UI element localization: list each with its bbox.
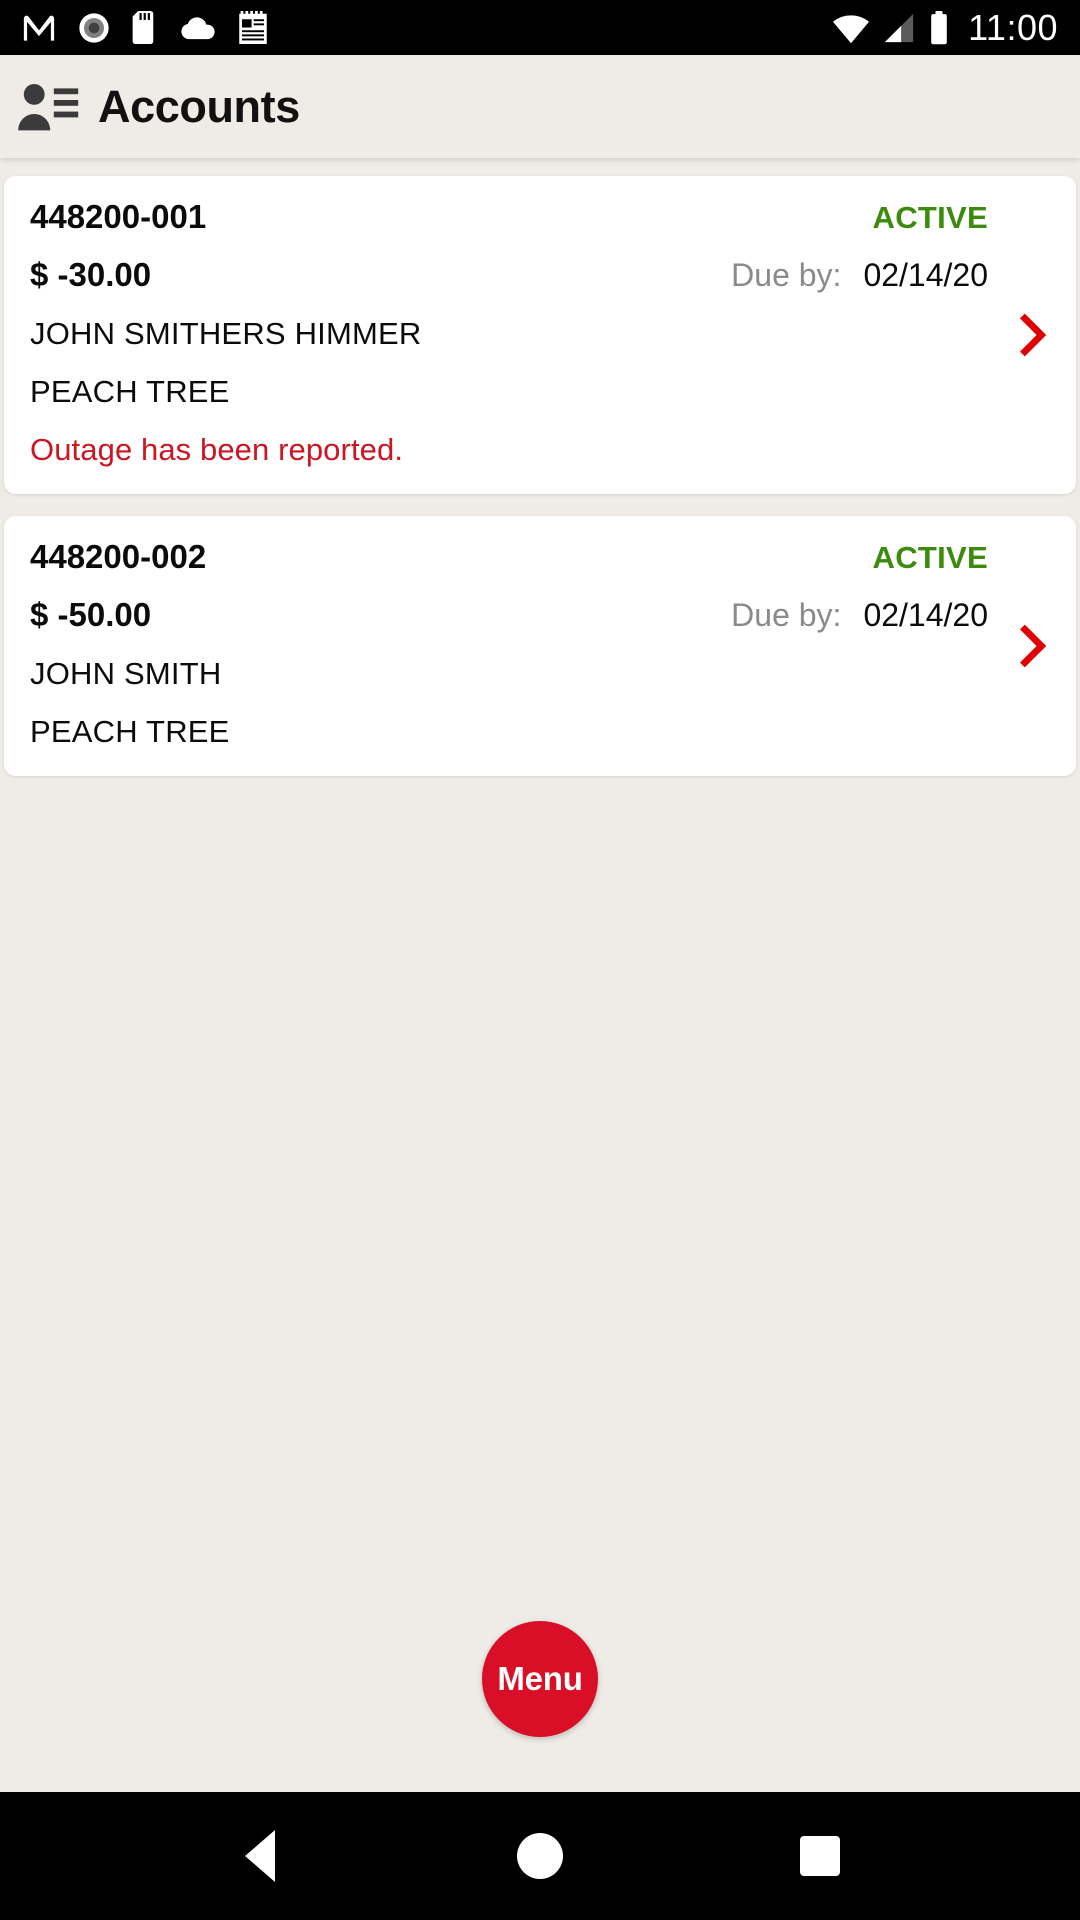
account-alert-message: Outage has been reported. [30,432,404,467]
account-holder-name: JOHN SMITHERS HIMMER [30,316,422,351]
account-number: 448200-002 [30,538,207,575]
status-badge: ACTIVE [872,540,988,575]
notepad-icon [238,11,268,44]
due-group: Due by: 02/14/20 [731,597,988,634]
recents-square-icon [800,1836,840,1876]
due-group: Due by: 02/14/20 [731,257,988,294]
status-notification-icons [22,11,268,44]
account-location: PEACH TREE [30,714,230,749]
android-nav-bar [0,1792,1080,1920]
account-balance: $ -50.00 [30,596,152,633]
account-number: 448200-001 [30,198,207,235]
account-card[interactable]: 448200-001 ACTIVE $ -30.00 Due by: 02/14… [4,176,1076,494]
cloud-icon [180,15,216,41]
accounts-list: 448200-001 ACTIVE $ -30.00 Due by: 02/14… [0,158,1080,1792]
cellular-signal-icon [882,12,916,44]
status-badge: ACTIVE [872,200,988,235]
due-by-date: 02/14/20 [863,257,988,293]
app-root: 11:00 Accounts 448200-001 ACTIVE $ -30.0… [0,0,1080,1920]
due-by-label: Due by: [731,257,842,293]
account-card[interactable]: 448200-002 ACTIVE $ -50.00 Due by: 02/14… [4,516,1076,776]
due-by-date: 02/14/20 [863,597,988,633]
nav-back-button[interactable] [205,1801,315,1911]
battery-full-icon [928,10,950,45]
menu-fab-label: Menu [497,1660,583,1697]
gmail-icon [22,14,56,42]
record-icon [78,12,110,44]
chevron-right-icon[interactable] [1012,619,1056,673]
page-title: Accounts [98,81,300,132]
home-circle-icon [517,1833,563,1879]
account-holder-name: JOHN SMITH [30,656,222,691]
account-header-row: 448200-002 ACTIVE [30,538,1050,576]
back-triangle-icon [245,1830,275,1882]
account-header-row: 448200-001 ACTIVE [30,198,1050,236]
status-clock: 11:00 [968,6,1058,48]
menu-fab-button[interactable]: Menu [482,1621,598,1737]
account-amount-row: $ -30.00 Due by: 02/14/20 [30,256,1050,294]
app-header: Accounts [0,55,1080,158]
sd-card-icon [132,11,158,44]
status-bar: 11:00 [0,0,1080,55]
nav-home-button[interactable] [485,1801,595,1911]
contacts-icon [14,73,82,141]
wifi-icon [832,12,870,44]
account-balance: $ -30.00 [30,256,152,293]
account-location: PEACH TREE [30,374,230,409]
status-system-icons: 11:00 [832,6,1058,48]
due-by-label: Due by: [731,597,842,633]
nav-recents-button[interactable] [765,1801,875,1911]
account-amount-row: $ -50.00 Due by: 02/14/20 [30,596,1050,634]
chevron-right-icon[interactable] [1012,308,1056,362]
